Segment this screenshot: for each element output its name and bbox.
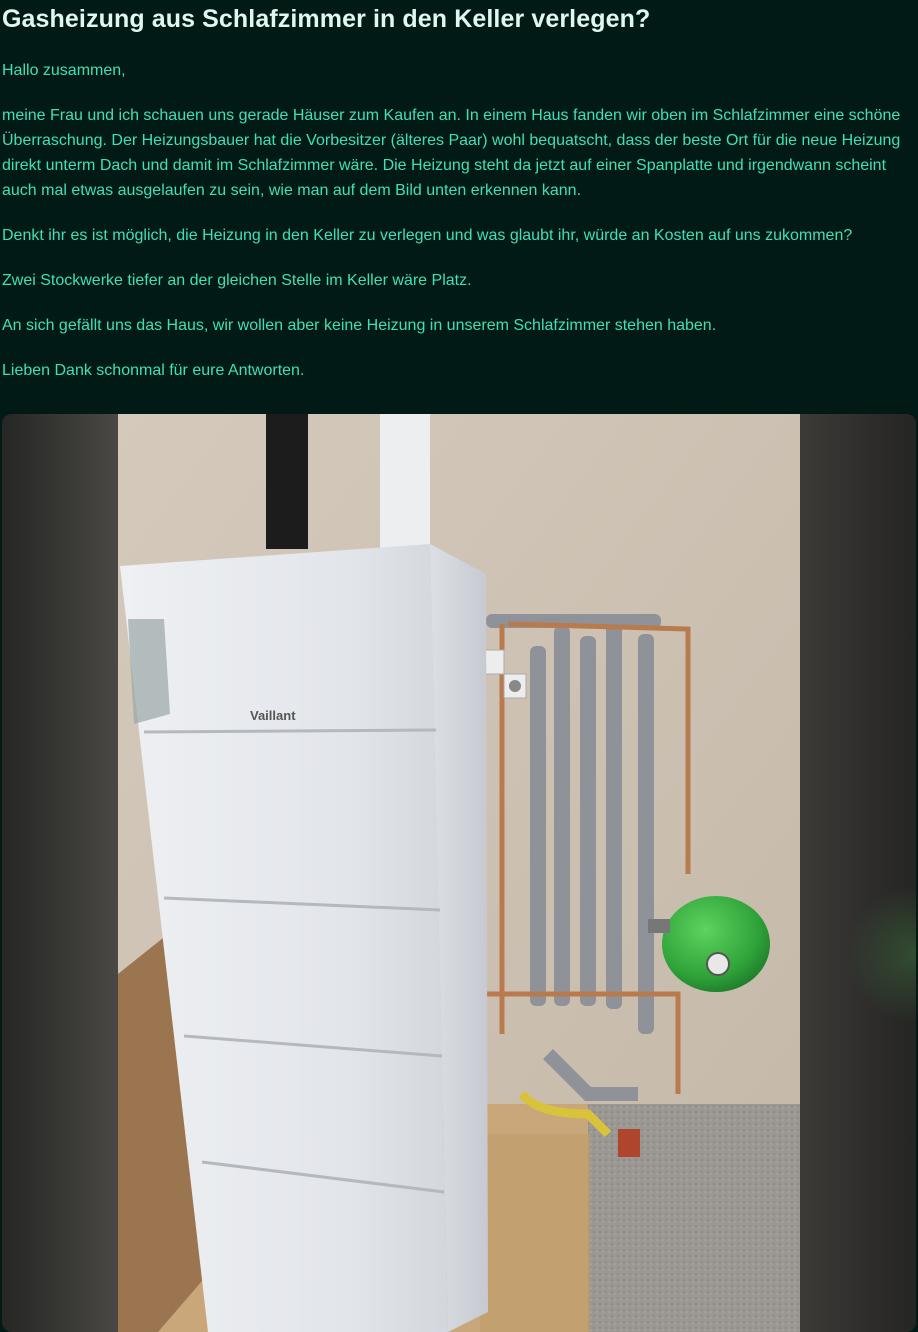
- brand-label: Vaillant: [250, 708, 296, 723]
- image-blur-left: [2, 414, 118, 1332]
- post-title: Gasheizung aus Schlafzimmer in den Kelle…: [2, 5, 651, 33]
- post-paragraph-question: Denkt ihr es ist möglich, die Heizung in…: [2, 227, 853, 244]
- heater-photo: Vaillant: [118, 414, 800, 1332]
- post-paragraph-space: Zwei Stockwerke tiefer an der gleichen S…: [2, 272, 472, 289]
- post-paragraph-thanks: Lieben Dank schonmal für eure Antworten.: [2, 362, 305, 379]
- post-paragraph-opinion: An sich gefällt uns das Haus, wir wollen…: [2, 317, 717, 334]
- post-paragraph-greeting: Hallo zusammen,: [2, 62, 126, 79]
- post-paragraph-situation: meine Frau und ich schauen uns gerade Hä…: [2, 107, 901, 199]
- image-blur-right: [800, 414, 916, 1332]
- post: Gasheizung aus Schlafzimmer in den Kelle…: [0, 0, 918, 1332]
- post-image[interactable]: Vaillant: [2, 414, 916, 1332]
- post-body: Hallo zusammen, meine Frau und ich schau…: [2, 58, 916, 383]
